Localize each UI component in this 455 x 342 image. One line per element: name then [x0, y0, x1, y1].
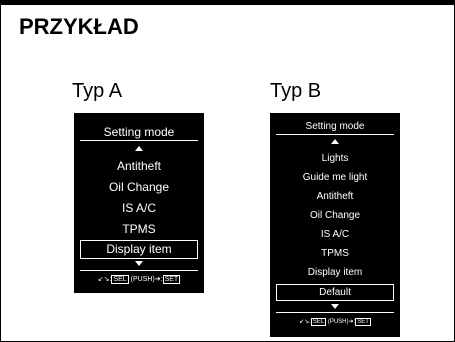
- footer-controls: ↙↘: SEL (PUSH)➔: SET: [97, 275, 181, 284]
- title-separator: [80, 140, 198, 141]
- menu-item-oil-change[interactable]: Oil Change: [74, 179, 204, 195]
- type-b-label: Typ B: [270, 80, 322, 102]
- menu-item-display-item[interactable]: Display item: [270, 266, 400, 280]
- page-title: PRZYKŁAD: [19, 14, 139, 39]
- sel-key: SEL: [310, 318, 327, 326]
- menu-item-antitheft[interactable]: Antitheft: [74, 158, 204, 174]
- menu-item-default[interactable]: Default: [276, 284, 394, 301]
- title-separator: [276, 134, 394, 135]
- menu-item-tpms[interactable]: TPMS: [74, 221, 204, 237]
- footer-controls: ↙↘: SEL (PUSH)➔: SET: [299, 318, 371, 326]
- rocker-switch-icon: ↙↘: [97, 276, 110, 283]
- arrow-down-icon[interactable]: [135, 261, 143, 266]
- menu-item-is-ac[interactable]: IS A/C: [74, 200, 204, 216]
- menu-item-guide-me-light[interactable]: Guide me light: [270, 171, 400, 185]
- header-bar: [1, 1, 454, 5]
- setting-mode-title: Setting mode: [103, 125, 175, 139]
- push-arrow-icon: ➔: [154, 276, 161, 283]
- type-b-screen: Setting mode Lights Guide me light Antit…: [270, 113, 400, 337]
- arrow-down-icon[interactable]: [331, 304, 339, 309]
- footer-separator: [276, 312, 394, 313]
- menu-item-oil-change[interactable]: Oil Change: [270, 209, 400, 223]
- arrow-up-icon[interactable]: [331, 139, 339, 144]
- footer-separator: [80, 270, 198, 271]
- set-key: SET: [162, 275, 181, 284]
- menu-item-is-ac[interactable]: IS A/C: [270, 228, 400, 242]
- type-a-label: Typ A: [72, 80, 123, 102]
- menu-item-display-item[interactable]: Display item: [80, 240, 198, 259]
- push-label: (PUSH): [327, 319, 349, 325]
- sel-key: SEL: [111, 275, 129, 284]
- set-key: SET: [355, 318, 371, 326]
- menu-item-lights[interactable]: Lights: [270, 152, 400, 166]
- menu-item-tpms[interactable]: TPMS: [270, 247, 400, 261]
- type-a-screen: Setting mode Antitheft Oil Change IS A/C…: [74, 113, 204, 293]
- setting-mode-title: Setting mode: [305, 121, 365, 132]
- rocker-switch-icon: ↙↘: [299, 319, 310, 325]
- menu-item-antitheft[interactable]: Antitheft: [270, 190, 400, 204]
- arrow-up-icon[interactable]: [135, 146, 143, 151]
- push-label: (PUSH): [130, 276, 155, 283]
- push-arrow-icon: ➔: [348, 319, 354, 325]
